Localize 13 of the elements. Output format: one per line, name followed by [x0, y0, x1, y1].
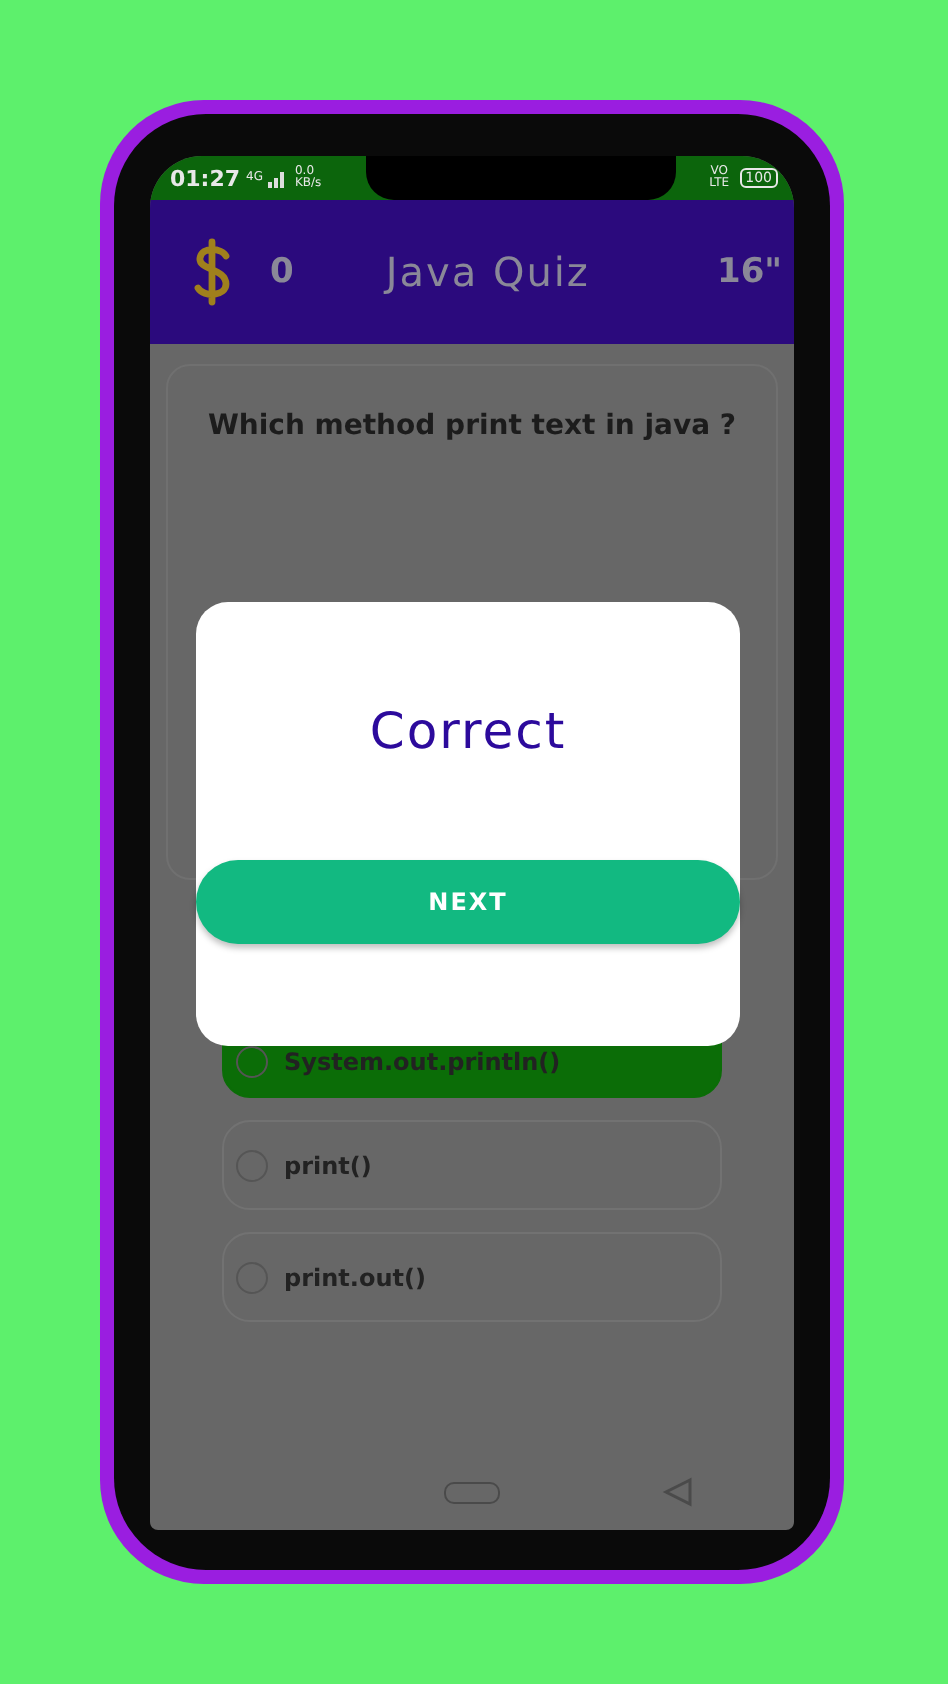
- app-title: Java Quiz: [385, 248, 592, 296]
- home-button[interactable]: [444, 1481, 500, 1503]
- status-time: 01:27: [170, 165, 241, 191]
- answer-option[interactable]: print(): [222, 1120, 722, 1210]
- back-button[interactable]: [662, 1476, 694, 1508]
- result-message: Correct: [369, 702, 567, 760]
- timer-value: 16": [716, 252, 782, 292]
- next-button[interactable]: NEXT: [196, 860, 740, 944]
- dollar-icon: [190, 238, 234, 306]
- signal-icon: [268, 169, 289, 187]
- answer-option[interactable]: print.out(): [222, 1232, 722, 1322]
- question-text: Which method print text in java ?: [207, 410, 737, 442]
- score-value: 0: [270, 252, 294, 292]
